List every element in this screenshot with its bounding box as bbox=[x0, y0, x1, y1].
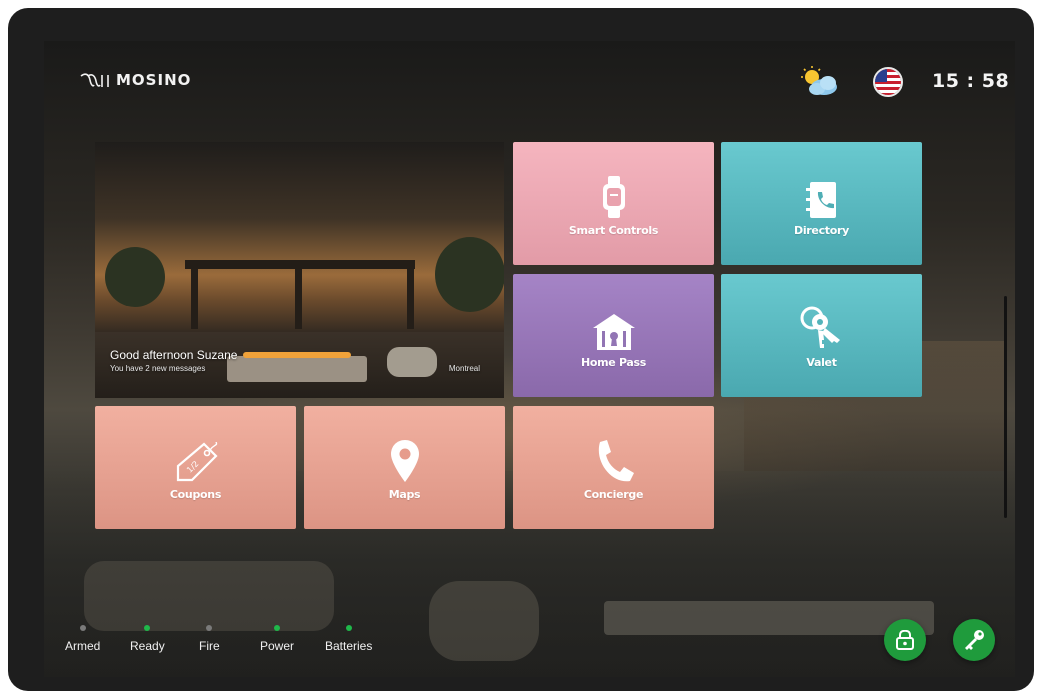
smartwatch-icon bbox=[602, 176, 625, 218]
key-button[interactable] bbox=[953, 619, 995, 661]
status-dot bbox=[206, 625, 213, 631]
messages-text[interactable]: You have 2 new messages bbox=[110, 364, 205, 373]
address-book-phone-icon bbox=[805, 182, 836, 218]
logo-wave-icon bbox=[80, 73, 109, 87]
status-label: Power bbox=[260, 639, 295, 653]
tile-label: Smart Controls bbox=[568, 224, 659, 237]
status-armed: Armed bbox=[65, 625, 100, 653]
status-batteries: Batteries bbox=[325, 625, 372, 653]
status-label: Armed bbox=[65, 639, 101, 653]
unlock-button[interactable] bbox=[884, 619, 926, 661]
hero-flames bbox=[243, 352, 351, 358]
status-ready: Ready bbox=[130, 625, 165, 653]
status-power: Power bbox=[260, 625, 294, 653]
tile-label: Coupons bbox=[169, 488, 222, 501]
tile-label: Home Pass bbox=[580, 356, 647, 369]
key-icon bbox=[965, 630, 984, 650]
hero-fire-table bbox=[227, 356, 367, 382]
tile-valet[interactable]: Valet bbox=[721, 274, 922, 397]
greeting-text: Good afternoon Suzane bbox=[110, 348, 238, 362]
hero-chair bbox=[387, 347, 437, 377]
tile-maps[interactable]: Maps bbox=[304, 406, 505, 529]
status-label: Ready bbox=[130, 639, 165, 653]
price-tag-icon: 1/2 bbox=[176, 442, 218, 482]
status-label: Batteries bbox=[325, 639, 373, 653]
partly-cloudy-icon[interactable] bbox=[798, 65, 842, 97]
brand-logo: MOSINO bbox=[80, 71, 191, 89]
hero-tree-left bbox=[105, 247, 165, 307]
tile-smart-controls[interactable]: Smart Controls bbox=[513, 142, 714, 265]
status-fire: Fire bbox=[199, 625, 220, 653]
status-dot bbox=[345, 625, 352, 631]
hero-pergola bbox=[185, 260, 415, 269]
tile-directory[interactable]: Directory bbox=[721, 142, 922, 265]
background-sofa bbox=[84, 561, 334, 631]
scrollbar[interactable] bbox=[1004, 296, 1007, 518]
hero-post bbox=[407, 269, 414, 329]
tile-label: Maps bbox=[388, 488, 421, 501]
tile-label: Concierge bbox=[583, 488, 644, 501]
background-chair bbox=[429, 581, 539, 661]
hero-post bbox=[191, 269, 198, 329]
status-label: Fire bbox=[199, 639, 220, 653]
tile-concierge[interactable]: Concierge bbox=[513, 406, 714, 529]
home-screen: MOSINO 15 : 58 Good afternoon Suzane You… bbox=[44, 41, 1015, 677]
status-dot bbox=[144, 625, 151, 631]
tile-coupons[interactable]: 1/2 Coupons bbox=[95, 406, 296, 529]
logo-text: MOSINO bbox=[116, 71, 192, 89]
keys-icon bbox=[800, 306, 840, 348]
welcome-card[interactable]: Good afternoon Suzane You have 2 new mes… bbox=[95, 142, 504, 398]
us-flag-icon[interactable] bbox=[873, 67, 903, 97]
home-keyhole-icon bbox=[592, 314, 635, 350]
status-dot bbox=[79, 625, 86, 631]
city-text: Montreal bbox=[448, 364, 480, 373]
clock: 15 : 58 bbox=[932, 70, 1010, 92]
tile-label: Valet bbox=[806, 356, 837, 369]
hero-tree-right bbox=[435, 237, 504, 312]
tablet-frame: MOSINO 15 : 58 Good afternoon Suzane You… bbox=[8, 8, 1034, 691]
status-dot bbox=[274, 625, 280, 631]
background-fire-table bbox=[604, 601, 934, 635]
tile-home-pass[interactable]: Home Pass bbox=[513, 274, 714, 397]
padlock-icon bbox=[896, 630, 914, 650]
map-pin-icon bbox=[390, 440, 419, 482]
tile-label: Directory bbox=[793, 224, 850, 237]
phone-icon bbox=[598, 440, 634, 482]
hero-post bbox=[295, 269, 302, 329]
